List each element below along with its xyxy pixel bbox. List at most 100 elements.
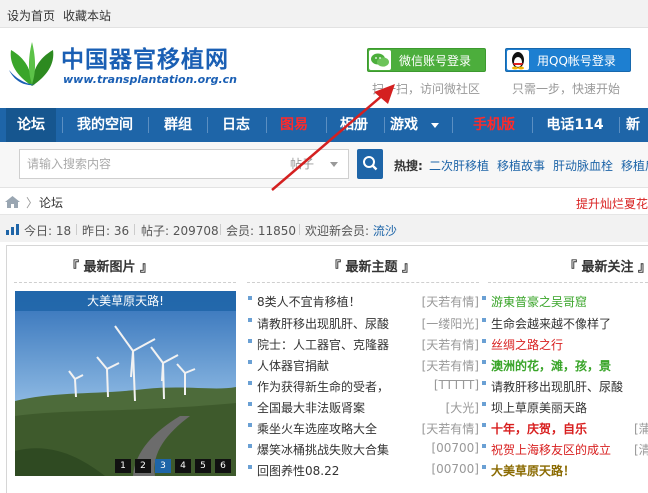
newest-member-link[interactable]: 流沙 (373, 224, 397, 238)
topic-row[interactable]: 人体器官捐献 [天若有情] (248, 355, 479, 373)
slideshow-image[interactable]: 大美草原天路! (15, 291, 236, 476)
hot-search-link[interactable]: 肝动脉血栓 (553, 157, 613, 174)
focus-title[interactable]: 十年，庆贺，自乐 (491, 420, 587, 437)
slide-page-3[interactable]: 3 (155, 459, 171, 473)
topic-author[interactable]: [天若有情] (422, 336, 479, 353)
qq-login-button[interactable]: 用QQ帐号登录 (505, 48, 631, 72)
nav-divider (619, 117, 620, 133)
wechat-login-label: 微信账号登录 (399, 54, 472, 68)
topic-row[interactable]: 请教肝移出现肌肝、尿酸 [一缕阳光] (248, 313, 479, 331)
grassland-road-image (15, 291, 236, 476)
focus-title[interactable]: 祝贺上海移友区的成立 (491, 441, 611, 458)
focus-title[interactable]: 请教肝移出现肌肝、尿酸 (491, 378, 623, 395)
chevron-down-icon (431, 123, 439, 128)
focus-row[interactable]: 游東普豪之吴哥窟 (482, 291, 648, 309)
focus-author[interactable]: [清 (634, 441, 648, 458)
nav-item-my-space[interactable]: 我的空间 (68, 108, 142, 142)
promo-link[interactable]: 提升灿烂夏花 (576, 195, 648, 212)
hot-search-label: 热搜: (394, 159, 423, 173)
nav-item-forum[interactable]: 论坛 (6, 108, 56, 142)
topic-author[interactable]: [大光] (446, 399, 479, 416)
topic-title[interactable]: 作为获得新生命的受者， (257, 378, 389, 395)
search-bar: 帖子 热搜: 二次肝移植 移植故事 肝动脉血栓 移植后 (0, 142, 648, 188)
nav-item-games[interactable]: 游戏 (390, 108, 436, 142)
nav-item-album[interactable]: 相册 (332, 108, 376, 142)
topic-author[interactable]: [天若有情] (422, 293, 479, 310)
main-nav: 论坛 我的空间 群组 日志 图易 相册 游戏 手机版 电话114 新 (0, 108, 648, 142)
topic-title[interactable]: 请教肝移出现肌肝、尿酸 (257, 315, 389, 332)
wechat-icon (369, 50, 391, 70)
search-type-select[interactable]: 帖子 (290, 155, 314, 172)
topic-row[interactable]: 乘坐火车选座攻略大全 [天若有情] (248, 418, 479, 436)
topic-title[interactable]: 人体器官捐献 (257, 357, 329, 374)
topic-row[interactable]: 爆笑冰桶挑战失败大合集 [00700] (248, 439, 479, 457)
topic-title[interactable]: 院士：人工器官、克隆器 (257, 336, 389, 353)
nav-item-blog[interactable]: 日志 (214, 108, 258, 142)
topic-author[interactable]: [天若有情] (422, 420, 479, 437)
topic-author[interactable]: [天若有情] (422, 357, 479, 374)
focus-row[interactable]: 澳洲的花，滩，孩，景 (482, 355, 648, 373)
stat-divider (299, 224, 300, 235)
topic-author[interactable]: [00700] (431, 462, 479, 476)
topic-title[interactable]: 8类人不宜肯移植！ (257, 293, 361, 310)
nav-item-new[interactable]: 新 (626, 108, 648, 142)
topic-title[interactable]: 回图养性08.22 (257, 462, 339, 479)
topic-author[interactable]: [一缕阳光] (422, 315, 479, 332)
focus-row[interactable]: 十年，庆贺，自乐 [蒲 (482, 418, 648, 436)
topic-title[interactable]: 爆笑冰桶挑战失败大合集 (257, 441, 389, 458)
hot-search-link[interactable]: 移植故事 (497, 157, 545, 174)
forum-stats: 今日: 18 昨日: 36 帖子: 209708 会员: 11850 欢迎新会员… (0, 214, 648, 242)
nav-item-trade[interactable]: 图易 (272, 108, 316, 142)
topic-row[interactable]: 作为获得新生命的受者， [TTTTT] (248, 376, 479, 394)
stat-posts: 帖子: 209708 (141, 224, 219, 238)
stat-members: 会员: 11850 (226, 224, 297, 238)
topic-row[interactable]: 全国最大非法贩肾案 [大光] (248, 397, 479, 415)
bullet-icon (248, 381, 252, 385)
focus-row[interactable]: 坝上草原美丽天路 (482, 397, 648, 415)
nav-item-groups[interactable]: 群组 (156, 108, 200, 142)
focus-title[interactable]: 丝绸之路之行 (491, 336, 563, 353)
nav-divider (452, 117, 453, 133)
slide-page-2[interactable]: 2 (135, 459, 151, 473)
focus-row[interactable]: 大美草原天路！ (482, 460, 648, 478)
hot-search-link[interactable]: 二次肝移植 (429, 157, 489, 174)
topic-row[interactable]: 院士：人工器官、克隆器 [天若有情] (248, 334, 479, 352)
slide-page-1[interactable]: 1 (115, 459, 131, 473)
home-icon[interactable] (5, 196, 20, 208)
focus-title[interactable]: 生命会越来越不像样了 (491, 315, 611, 332)
bullet-icon (482, 318, 486, 322)
hot-search-link[interactable]: 移植后 (621, 157, 648, 174)
slide-page-5[interactable]: 5 (195, 459, 211, 473)
topic-row[interactable]: 8类人不宜肯移植！ [天若有情] (248, 291, 479, 309)
topic-row[interactable]: 回图养性08.22 [00700] (248, 460, 479, 478)
slide-page-6[interactable]: 6 (215, 459, 231, 473)
topic-author[interactable]: [TTTTT] (434, 378, 479, 392)
focus-row[interactable]: 丝绸之路之行 (482, 334, 648, 352)
topic-author[interactable]: [00700] (431, 441, 479, 455)
topic-title[interactable]: 乘坐火车选座攻略大全 (257, 420, 377, 437)
focus-row[interactable]: 祝贺上海移友区的成立 [清 (482, 439, 648, 457)
search-button[interactable] (357, 149, 383, 179)
bookmark-link[interactable]: 收藏本站 (63, 7, 111, 24)
stat-today: 今日: 18 (24, 224, 72, 238)
focus-row[interactable]: 生命会越来越不像样了 (482, 313, 648, 331)
focus-row[interactable]: 请教肝移出现肌肝、尿酸 (482, 376, 648, 394)
topic-title[interactable]: 全国最大非法贩肾案 (257, 399, 365, 416)
focus-title[interactable]: 游東普豪之吴哥窟 (491, 293, 587, 310)
breadcrumb-current[interactable]: 论坛 (39, 194, 63, 211)
set-home-link[interactable]: 设为首页 (7, 7, 55, 24)
bullet-icon (248, 423, 252, 427)
bullet-icon (248, 296, 252, 300)
bullet-icon (482, 381, 486, 385)
stat-yesterday: 昨日: 36 (82, 224, 130, 238)
focus-title[interactable]: 澳洲的花，滩，孩，景 (491, 357, 611, 374)
focus-author[interactable]: [蒲 (634, 420, 648, 437)
slide-page-4[interactable]: 4 (175, 459, 191, 473)
latest-focus-title: 『 最新关注 』 (564, 260, 648, 275)
nav-item-phone-114[interactable]: 电话114 (539, 108, 611, 142)
wechat-login-button[interactable]: 微信账号登录 (367, 48, 486, 72)
focus-title[interactable]: 大美草原天路！ (491, 462, 575, 479)
focus-title[interactable]: 坝上草原美丽天路 (491, 399, 587, 416)
site-logo[interactable]: 中国器官移植网 www.transplantation.org.cn (5, 36, 237, 92)
nav-item-mobile[interactable]: 手机版 (464, 108, 524, 142)
